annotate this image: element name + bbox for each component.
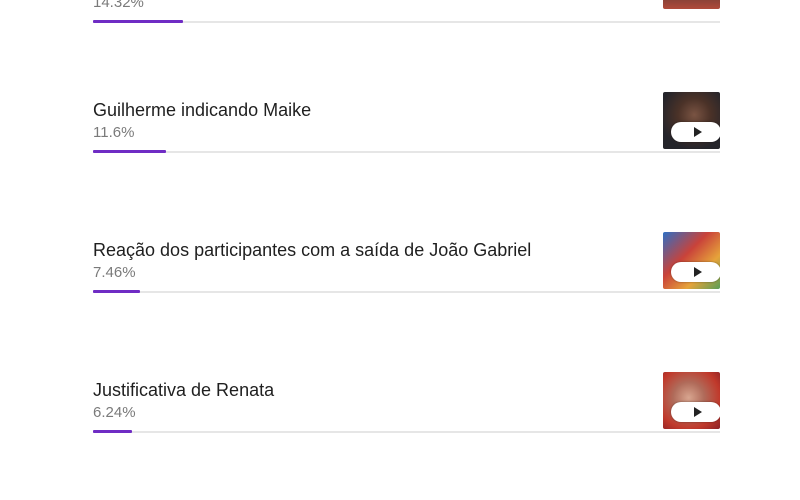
option-percent: 7.46% [93,264,136,281]
option-title: Justificativa de Renata [93,380,275,400]
progress-fill [93,20,183,23]
progress-track [93,150,720,153]
poll-option-4[interactable]: Justificativa de Renata 6.24% [93,379,720,439]
video-thumbnail[interactable] [663,372,720,429]
poll-option-1[interactable]: 14.32% [93,0,720,23]
progress-track [93,430,720,433]
poll-option-2[interactable]: Guilherme indicando Maike 11.6% [93,99,720,159]
option-title: Guilherme indicando Maike [93,100,312,120]
progress-fill [93,150,166,153]
video-thumbnail[interactable] [663,0,720,9]
poll-option-3[interactable]: Reação dos participantes com a saída de … [93,239,720,299]
thumbnail-image [663,0,720,9]
poll-results: 14.32% Guilherme indicando Maike 11.6% R… [93,0,720,500]
progress-fill [93,430,133,433]
option-percent: 11.6% [93,124,135,141]
progress-track [93,290,720,293]
video-play-icon[interactable] [671,402,720,422]
progress-fill [93,290,140,293]
progress-track [93,20,720,23]
option-percent: 14.32% [93,0,144,11]
video-thumbnail[interactable] [663,232,720,289]
option-percent: 6.24% [93,404,136,421]
video-play-icon[interactable] [671,122,720,142]
video-play-icon[interactable] [671,262,720,282]
video-thumbnail[interactable] [663,92,720,149]
option-title: Reação dos participantes com a saída de … [93,240,532,260]
